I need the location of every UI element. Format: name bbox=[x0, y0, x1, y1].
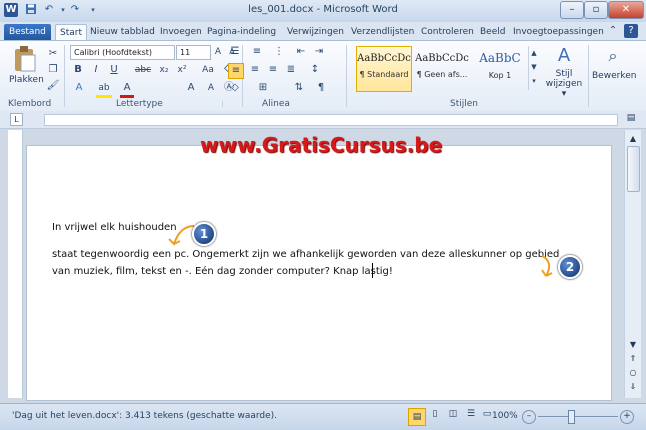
change-case-icon[interactable]: Aa bbox=[200, 63, 216, 77]
document-line[interactable]: In vrijwel elk huishouden bbox=[52, 222, 177, 233]
document-line[interactable]: staat tegenwoordig een pc. Ongemerkt zij… bbox=[52, 249, 559, 260]
decrease-indent-icon[interactable]: ⇤ bbox=[294, 45, 308, 59]
outline-icon[interactable]: ☰ bbox=[464, 409, 478, 419]
shrink-font-large-icon[interactable]: A bbox=[204, 81, 218, 95]
vertical-ruler[interactable] bbox=[8, 130, 23, 398]
strikethrough-icon[interactable]: abc bbox=[134, 63, 152, 77]
callout-2-badge: 2 bbox=[558, 255, 582, 279]
highlight-icon[interactable]: ab bbox=[96, 81, 112, 98]
watermark-text: www.GratisCursus.be bbox=[200, 133, 443, 157]
group-label-paragraph: Alinea bbox=[262, 99, 290, 109]
numbering-icon[interactable]: ≡ bbox=[250, 45, 264, 59]
next-page-icon[interactable]: ⇓ bbox=[627, 382, 639, 391]
shading-icon[interactable]: ◇ bbox=[228, 81, 242, 95]
style-heading-1[interactable]: AaBbC Kop 1 bbox=[472, 46, 528, 92]
tab-file[interactable]: Bestand bbox=[4, 24, 51, 40]
italic-icon[interactable]: I bbox=[90, 63, 102, 77]
vertical-scrollbar[interactable]: ▲ ▼ ⇑ ○ ⇓ bbox=[624, 130, 641, 398]
borders-icon[interactable]: ⊞ bbox=[256, 81, 270, 95]
paste-button[interactable]: Plakken bbox=[9, 75, 44, 85]
copy-icon[interactable]: ❐ bbox=[46, 63, 60, 77]
tab-insert[interactable]: Invoegen bbox=[160, 24, 202, 40]
previous-page-icon[interactable]: ⇑ bbox=[627, 354, 639, 363]
binoculars-icon[interactable]: ⌕ bbox=[600, 45, 626, 67]
group-label-font: Lettertype bbox=[116, 99, 163, 109]
justify-icon[interactable]: ≣ bbox=[284, 63, 298, 77]
minimize-ribbon-icon[interactable]: ⌃ bbox=[607, 24, 619, 38]
grow-font-icon[interactable]: A bbox=[212, 45, 224, 59]
cut-icon[interactable]: ✂ bbox=[46, 47, 60, 61]
web-layout-icon[interactable]: ◫ bbox=[446, 409, 460, 419]
scroll-down-icon[interactable]: ▼ bbox=[627, 340, 639, 349]
change-styles-icon[interactable]: A bbox=[544, 45, 584, 67]
tab-mailings[interactable]: Verzendlijsten bbox=[351, 24, 414, 40]
align-right-icon[interactable]: ≡ bbox=[266, 63, 280, 77]
style-standard[interactable]: AaBbCcDc ¶ Standaard bbox=[356, 46, 412, 92]
tab-references[interactable]: Verwijzingen bbox=[287, 24, 344, 40]
tab-selector-icon[interactable]: L bbox=[10, 113, 23, 126]
group-divider bbox=[222, 101, 223, 107]
group-divider bbox=[346, 45, 347, 107]
maximize-button[interactable]: ▫ bbox=[584, 1, 608, 19]
ruler-scale[interactable] bbox=[44, 114, 618, 126]
scroll-thumb[interactable] bbox=[627, 146, 640, 192]
ribbon-tabs: Bestand Start Nieuw tabblad Invoegen Pag… bbox=[0, 22, 646, 41]
grow-font-large-icon[interactable]: A bbox=[184, 81, 198, 95]
minimize-button[interactable]: – bbox=[560, 1, 584, 19]
line-spacing-icon[interactable]: ↕ bbox=[308, 63, 322, 77]
zoom-out-icon[interactable]: – bbox=[522, 410, 536, 424]
show-formatting-icon[interactable]: ¶ bbox=[314, 81, 328, 95]
full-screen-reading-icon[interactable]: ▯ bbox=[428, 409, 442, 419]
text-cursor bbox=[372, 263, 373, 278]
align-center-icon[interactable]: ≡ bbox=[248, 63, 262, 77]
style-no-spacing[interactable]: AaBbCcDc ¶ Geen afs... bbox=[414, 46, 470, 92]
document-line[interactable]: van muziek, film, tekst en -. Eén dag zo… bbox=[52, 266, 393, 277]
tab-new[interactable]: Nieuw tabblad bbox=[90, 24, 155, 40]
tab-view[interactable]: Beeld bbox=[480, 24, 505, 40]
print-layout-icon[interactable]: ▤ bbox=[408, 408, 426, 426]
group-divider bbox=[64, 45, 65, 107]
tab-review[interactable]: Controleren bbox=[421, 24, 474, 40]
underline-icon[interactable]: U bbox=[108, 63, 120, 77]
font-name-combo[interactable]: Calibri (Hoofdtekst) bbox=[70, 45, 175, 60]
status-bar: 'Dag uit het leven.docx': 3.413 tekens (… bbox=[0, 403, 646, 430]
title-bar: W ↶ ▾ ↷ ▾ les_001.docx - Microsoft Word … bbox=[0, 0, 646, 23]
group-label-styles: Stijlen bbox=[450, 99, 478, 109]
zoom-slider-thumb[interactable] bbox=[568, 410, 575, 424]
increase-indent-icon[interactable]: ⇥ bbox=[312, 45, 326, 59]
horizontal-ruler[interactable]: L ▤ bbox=[0, 111, 646, 129]
zoom-level[interactable]: 100% bbox=[492, 411, 518, 421]
tab-start[interactable]: Start bbox=[55, 24, 87, 41]
browse-object-icon[interactable]: ○ bbox=[627, 368, 639, 377]
superscript-icon[interactable]: x² bbox=[174, 63, 190, 77]
editing-button[interactable]: Bewerken bbox=[592, 71, 636, 81]
multilevel-list-icon[interactable]: ⋮ bbox=[272, 45, 286, 59]
ribbon: Plakken ✂ ❐ 🖌 Klembord Calibri (Hoofdtek… bbox=[0, 40, 646, 112]
font-color-icon[interactable]: A bbox=[120, 81, 134, 98]
group-divider bbox=[588, 45, 589, 107]
styles-scroll-icon[interactable]: ▲ ▼ ▾ bbox=[528, 46, 539, 90]
bold-icon[interactable]: B bbox=[72, 63, 84, 77]
align-left-icon[interactable]: ≡ bbox=[228, 63, 244, 79]
scroll-up-icon[interactable]: ▲ bbox=[627, 134, 639, 143]
tab-page-layout[interactable]: Pagina-indeling bbox=[207, 24, 276, 40]
zoom-slider[interactable] bbox=[538, 416, 618, 417]
text-effects-icon[interactable]: A bbox=[72, 81, 86, 95]
paste-icon[interactable] bbox=[10, 45, 40, 73]
subscript-icon[interactable]: x₂ bbox=[156, 63, 172, 77]
group-label-clipboard: Klembord bbox=[8, 99, 52, 109]
callout-1-badge: 1 bbox=[192, 222, 216, 246]
view-ruler-icon[interactable]: ▤ bbox=[624, 113, 638, 125]
tab-add-ins[interactable]: Invoegtoepassingen bbox=[513, 24, 604, 40]
close-button[interactable]: ✕ bbox=[608, 1, 644, 19]
change-styles-button[interactable]: Stijl wijzigen ▾ bbox=[544, 69, 584, 99]
help-icon[interactable]: ? bbox=[624, 24, 638, 38]
status-text: 'Dag uit het leven.docx': 3.413 tekens (… bbox=[12, 411, 278, 421]
sort-icon[interactable]: ⇅ bbox=[292, 81, 306, 95]
zoom-in-icon[interactable]: + bbox=[620, 410, 634, 424]
font-size-combo[interactable]: 11 bbox=[176, 45, 211, 60]
bullets-icon[interactable]: ☰ bbox=[228, 45, 242, 59]
window-title: les_001.docx - Microsoft Word bbox=[248, 4, 398, 15]
format-painter-icon[interactable]: 🖌 bbox=[46, 79, 60, 93]
